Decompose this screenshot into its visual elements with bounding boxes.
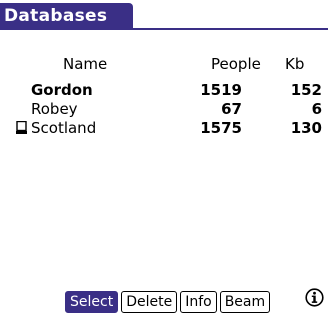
db-name: Gordon (31, 81, 93, 99)
info-button[interactable]: Info (180, 291, 217, 313)
list-item[interactable]: Scotland 1575 130 (0, 118, 328, 138)
db-people: 67 (221, 100, 242, 118)
db-people: 1519 (200, 81, 242, 99)
db-kb: 152 (290, 81, 322, 99)
button-bar: Select Delete Info Beam (65, 291, 273, 313)
column-header-kb: Kb (285, 55, 305, 73)
db-kb: 6 (311, 100, 322, 118)
delete-button[interactable]: Delete (121, 291, 178, 313)
title-bar: Databases (0, 0, 328, 32)
beam-button[interactable]: Beam (219, 291, 271, 313)
column-header-name: Name (63, 55, 108, 73)
info-icon[interactable] (305, 288, 324, 307)
list-item[interactable]: Gordon 1519 152 (0, 80, 328, 100)
select-button[interactable]: Select (65, 291, 119, 313)
column-header-people: People (211, 55, 261, 73)
db-name: Robey (31, 100, 78, 118)
app-title[interactable]: Databases (0, 3, 133, 30)
device-icon (16, 121, 27, 134)
db-kb: 130 (290, 119, 322, 137)
list-item[interactable]: Robey 67 6 (0, 99, 328, 119)
db-people: 1575 (200, 119, 242, 137)
db-name: Scotland (31, 119, 97, 137)
title-underline (0, 28, 328, 30)
